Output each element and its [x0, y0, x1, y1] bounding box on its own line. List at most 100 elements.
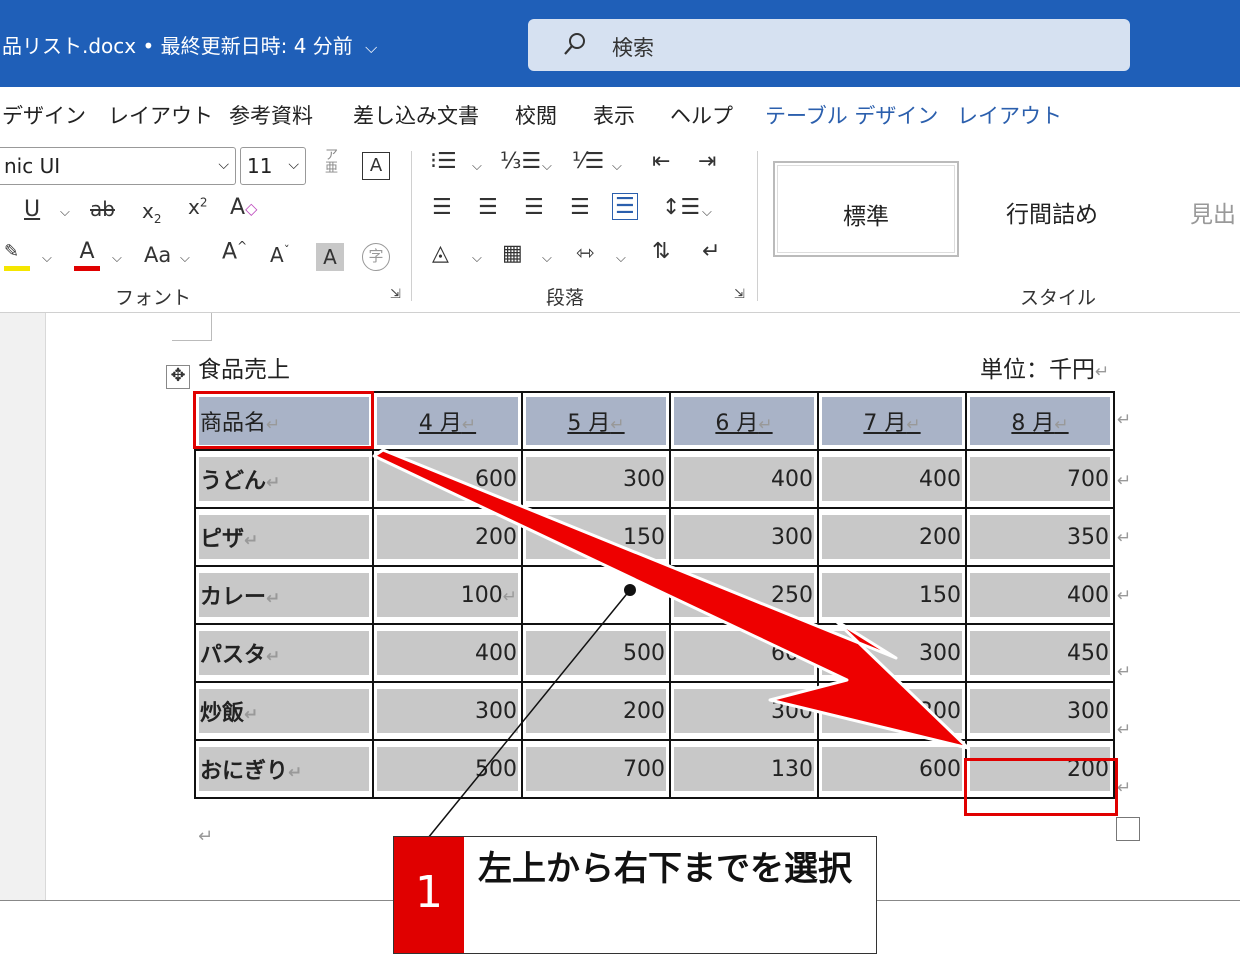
- chevron-down-icon[interactable]: ⌵: [542, 251, 552, 266]
- table-cell[interactable]: 130: [669, 739, 819, 799]
- highlight-color-icon[interactable]: ✎: [4, 241, 30, 271]
- table-cell[interactable]: 150: [817, 565, 967, 625]
- align-right-icon[interactable]: ☰: [524, 195, 544, 220]
- text-direction-icon[interactable]: ⇿: [576, 241, 594, 266]
- multilevel-list-icon[interactable]: ⅟☰: [572, 149, 604, 174]
- table-cell[interactable]: 600: [669, 623, 819, 683]
- table-cell[interactable]: 300: [817, 623, 967, 683]
- table-cell[interactable]: 300: [965, 681, 1115, 741]
- header-cell-april[interactable]: 4 月↵: [372, 391, 523, 451]
- table-cell-product[interactable]: うどん↵: [194, 449, 374, 509]
- bullets-icon[interactable]: ⁝☰: [430, 149, 457, 174]
- paragraph-dialog-launcher-icon[interactable]: ⇲: [734, 287, 745, 302]
- table-resize-handle[interactable]: [1116, 817, 1140, 841]
- header-cell-august[interactable]: 8 月↵: [965, 391, 1115, 451]
- table-cell[interactable]: 600: [372, 449, 523, 509]
- align-left-icon[interactable]: ☰: [432, 195, 452, 220]
- decrease-indent-icon[interactable]: ⇤: [652, 149, 670, 174]
- chevron-down-icon[interactable]: ⌵: [702, 205, 712, 220]
- increase-indent-icon[interactable]: ⇥: [698, 149, 716, 174]
- table-cell[interactable]: 300: [669, 681, 819, 741]
- chevron-down-icon[interactable]: ⌵: [112, 251, 122, 266]
- table-cell[interactable]: 100↵: [372, 565, 523, 625]
- style-no-spacing[interactable]: 行間詰め: [1006, 195, 1098, 229]
- header-cell-july[interactable]: 7 月↵: [817, 391, 967, 451]
- table-cell[interactable]: 150: [521, 507, 671, 567]
- search-box[interactable]: 検索: [528, 19, 1130, 71]
- phonetic-guide-icon[interactable]: ア亜: [325, 149, 338, 175]
- subscript-icon[interactable]: x2: [142, 199, 161, 226]
- tab-table-layout[interactable]: レイアウト: [957, 100, 1062, 130]
- table-cell[interactable]: 200: [372, 507, 523, 567]
- table-cell[interactable]: 250: [669, 565, 819, 625]
- header-cell-may[interactable]: 5 月↵: [521, 391, 671, 451]
- table-cell[interactable]: 200: [521, 681, 671, 741]
- table-cell-product[interactable]: おにぎり↵: [194, 739, 374, 799]
- numbering-icon[interactable]: ⅓☰: [500, 149, 541, 174]
- chevron-down-icon[interactable]: ⌵: [60, 205, 70, 220]
- shrink-font-icon[interactable]: Aˇ: [270, 243, 290, 267]
- tab-references[interactable]: 参考資料: [229, 100, 313, 130]
- sales-table[interactable]: 商品名↵ 4 月↵ 5 月↵ 6 月↵ 7 月↵ 8 月↵ うどん↵ 600 3…: [194, 391, 1115, 799]
- table-cell[interactable]: 500: [372, 739, 523, 799]
- grow-font-icon[interactable]: A^: [222, 239, 247, 264]
- line-spacing-icon[interactable]: ↕☰: [662, 195, 700, 220]
- change-case-icon[interactable]: Aa: [144, 243, 171, 267]
- justify-icon[interactable]: ☰: [570, 195, 590, 220]
- table-cell[interactable]: 700: [965, 449, 1115, 509]
- superscript-icon[interactable]: x2: [188, 195, 207, 219]
- chevron-down-icon[interactable]: ⌵: [616, 251, 626, 266]
- tab-layout[interactable]: レイアウト: [108, 100, 213, 130]
- table-cell[interactable]: 400: [669, 449, 819, 509]
- shading-icon[interactable]: ◬: [432, 241, 449, 266]
- font-dialog-launcher-icon[interactable]: ⇲: [390, 287, 401, 302]
- table-cell[interactable]: 700: [521, 739, 671, 799]
- clear-formatting-icon[interactable]: A◇: [230, 195, 257, 220]
- style-heading[interactable]: 見出: [1190, 195, 1236, 229]
- table-cell[interactable]: 350: [965, 507, 1115, 567]
- table-cell[interactable]: 600: [817, 739, 967, 799]
- table-cell[interactable]: [521, 565, 671, 625]
- table-cell[interactable]: 200: [817, 507, 967, 567]
- chevron-down-icon[interactable]: ⌵: [542, 159, 552, 174]
- chevron-down-icon[interactable]: ⌵: [472, 159, 482, 174]
- style-normal[interactable]: 標準: [773, 161, 959, 257]
- tab-table-design[interactable]: テーブル デザイン: [765, 100, 938, 130]
- tab-review[interactable]: 校閲: [515, 100, 557, 130]
- align-center-icon[interactable]: ☰: [478, 195, 498, 220]
- chevron-down-icon[interactable]: ⌵: [42, 251, 52, 266]
- sort-icon[interactable]: ⇅: [652, 239, 670, 264]
- header-cell-june[interactable]: 6 月↵: [669, 391, 819, 451]
- table-cell-product[interactable]: ピザ↵: [194, 507, 374, 567]
- table-cell[interactable]: 400: [817, 449, 967, 509]
- show-formatting-marks-icon[interactable]: ↵: [702, 239, 720, 264]
- chevron-down-icon[interactable]: ⌵: [472, 251, 482, 266]
- tab-mailings[interactable]: 差し込み文書: [353, 100, 479, 130]
- chevron-down-icon[interactable]: ⌵: [612, 159, 622, 174]
- table-move-handle-icon[interactable]: ✥: [166, 365, 190, 389]
- character-shading-icon[interactable]: A: [316, 243, 344, 271]
- table-cell[interactable]: 200: [817, 681, 967, 741]
- enclose-characters-icon[interactable]: 字: [362, 243, 390, 271]
- borders-icon[interactable]: ▦: [502, 241, 523, 266]
- table-cell-product[interactable]: 炒飯↵: [194, 681, 374, 741]
- table-cell[interactable]: 300: [521, 449, 671, 509]
- font-name-select[interactable]: nic UI ⌵: [0, 147, 236, 185]
- distributed-icon[interactable]: ☰: [612, 193, 638, 220]
- table-cell[interactable]: 400: [965, 565, 1115, 625]
- table-cell[interactable]: 400: [372, 623, 523, 683]
- tab-view[interactable]: 表示: [593, 100, 635, 130]
- table-cell[interactable]: 300: [372, 681, 523, 741]
- strikethrough-icon[interactable]: ab: [90, 197, 115, 221]
- table-cell-product[interactable]: パスタ↵: [194, 623, 374, 683]
- table-cell[interactable]: 500: [521, 623, 671, 683]
- tab-help[interactable]: ヘルプ: [670, 100, 733, 130]
- table-cell-product[interactable]: カレー↵: [194, 565, 374, 625]
- chevron-down-icon[interactable]: ⌵: [180, 251, 190, 266]
- character-border-icon[interactable]: A: [362, 152, 390, 180]
- table-cell[interactable]: 300: [669, 507, 819, 567]
- font-size-select[interactable]: 11 ⌵: [240, 147, 306, 185]
- font-color-icon[interactable]: A: [74, 239, 100, 271]
- tab-design[interactable]: デザイン: [2, 100, 86, 130]
- underline-icon[interactable]: U: [24, 197, 40, 222]
